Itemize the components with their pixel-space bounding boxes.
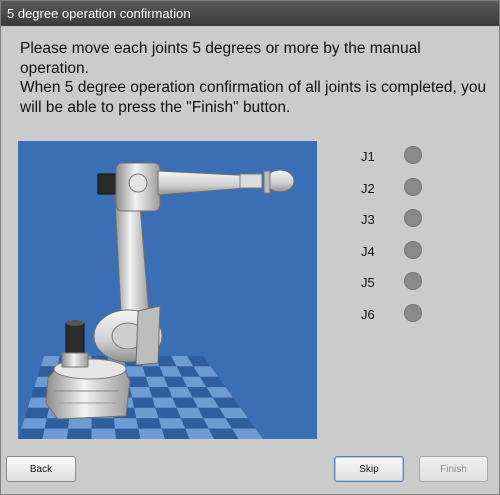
skip-button[interactable]: Skip xyxy=(334,456,404,482)
floor-tile xyxy=(24,407,50,419)
floor-tile xyxy=(18,428,45,439)
floor-tile xyxy=(129,387,153,398)
floor-tile xyxy=(136,418,162,429)
joint-row-j5: J5 xyxy=(361,270,441,302)
floor-tile xyxy=(155,407,181,419)
floor-tile xyxy=(44,418,70,429)
floor-tile xyxy=(134,407,159,419)
floor-tile xyxy=(21,418,47,429)
joint-row-j3: J3 xyxy=(361,207,441,239)
instruction-line-2: When 5 degree operation confirmation of … xyxy=(20,79,487,116)
operation-confirmation-dialog: 5 degree operation confirmation Please m… xyxy=(0,0,500,495)
floor-tile xyxy=(161,428,190,439)
joint-label: J2 xyxy=(361,180,375,196)
joint-status-indicator xyxy=(404,303,422,322)
floor-tile xyxy=(91,428,116,439)
joint-row-j2: J2 xyxy=(361,176,441,208)
joint-label: J5 xyxy=(361,275,375,290)
joint-label: J3 xyxy=(361,212,375,227)
floor-tile xyxy=(113,418,139,429)
instruction-message: Please move each joints 5 degrees or mor… xyxy=(20,39,490,117)
joint-status-indicator xyxy=(404,240,422,259)
robot-3d-view xyxy=(18,141,317,439)
back-button[interactable]: Back xyxy=(6,456,76,482)
floor-tile xyxy=(91,418,115,429)
joint-status-indicator xyxy=(404,177,422,196)
floor-tile xyxy=(132,397,156,408)
floor-tile xyxy=(152,397,177,408)
robot-upper-arm xyxy=(97,162,295,212)
joint-row-j4: J4 xyxy=(361,239,441,271)
floor-tile xyxy=(114,428,141,439)
joint-label: J6 xyxy=(361,306,375,322)
joint-status-list: J1 J2 J3 J4 J5 J6 xyxy=(361,144,441,333)
dialog-title: 5 degree operation confirmation xyxy=(1,1,499,26)
robot-arm-illustration xyxy=(18,162,295,439)
joint-status-indicator xyxy=(404,146,422,164)
instruction-line-1: Please move each joints 5 degrees or mor… xyxy=(20,40,421,77)
floor-tile xyxy=(42,428,69,439)
floor-tile xyxy=(67,428,92,439)
floor-tile xyxy=(68,418,92,429)
joint-label: J4 xyxy=(361,243,375,259)
joint-row-j6: J6 xyxy=(361,302,441,334)
floor-tile xyxy=(125,366,146,377)
joint-label: J1 xyxy=(361,149,375,164)
floor-tile xyxy=(158,418,186,429)
floor-tile xyxy=(138,428,165,439)
joint-status-indicator xyxy=(404,272,422,290)
joint-status-indicator xyxy=(404,209,422,227)
finish-button[interactable]: Finish xyxy=(419,456,488,482)
joint-row-j1: J1 xyxy=(361,144,441,176)
floor-tile xyxy=(127,376,149,388)
